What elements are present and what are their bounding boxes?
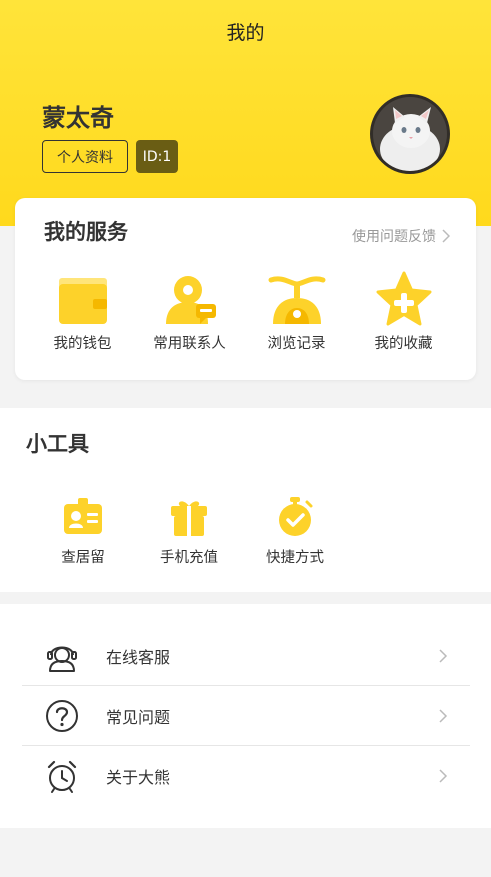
tools-title: 小工具 [26,432,89,456]
tool-item-residence[interactable]: 查居留 [30,496,136,567]
menu-label: 关于大熊 [106,768,171,787]
menu-label: 在线客服 [106,647,171,667]
favorite-star-icon [376,271,431,326]
contacts-icon [165,276,216,324]
profile-button[interactable]: 个人资料 [42,140,128,173]
tool-item-recharge[interactable]: 手机充值 [136,496,242,567]
service-label: 我的收藏 [374,336,433,352]
chevron-right-icon [442,229,450,243]
service-item-contacts[interactable]: 常用联系人 [136,270,243,353]
chevron-right-icon [439,769,448,783]
my-services-card: 我的服务 使用问题反馈 我的钱包 常用联系人 浏览记录 我的收藏 [15,198,476,380]
menu-item-online-service[interactable]: 在线客服 [22,626,470,686]
feedback-link[interactable]: 使用问题反馈 [352,226,450,246]
menu-label: 常见问题 [106,707,171,727]
id-card-icon [64,498,102,534]
user-nickname: 蒙太奇 [42,104,114,132]
menu-item-faq[interactable]: 常见问题 [22,686,470,746]
tool-item-shortcut[interactable]: 快捷方式 [242,496,348,567]
service-label: 浏览记录 [267,336,326,352]
tool-label: 手机充值 [160,550,218,566]
stopwatch-icon [279,497,313,536]
service-label: 我的钱包 [53,336,112,352]
avatar[interactable] [370,94,450,174]
history-icon [268,276,325,324]
chevron-right-icon [439,648,448,663]
service-item-history[interactable]: 浏览记录 [243,270,350,353]
service-item-favorites[interactable]: 我的收藏 [350,270,457,353]
wallet-icon [58,278,107,324]
customer-service-icon [47,646,77,672]
page-title: 我的 [226,22,265,44]
gift-icon [171,501,207,536]
service-item-wallet[interactable]: 我的钱包 [29,270,136,353]
alarm-clock-icon [47,760,77,793]
menu-section: 在线客服 常见问题 关于大熊 [0,604,491,828]
cat-avatar-image [373,97,447,171]
services-title: 我的服务 [44,220,128,244]
menu-item-about[interactable]: 关于大熊 [22,746,470,806]
chevron-right-icon [439,708,448,723]
service-label: 常用联系人 [153,336,226,352]
question-icon [46,699,78,732]
tool-label: 快捷方式 [266,550,324,566]
tools-section: 小工具 查居留 手机充值 快捷方式 [0,408,491,592]
feedback-label: 使用问题反馈 [352,229,436,245]
tool-label: 查居留 [61,550,105,566]
id-badge: ID:1 [136,140,178,173]
